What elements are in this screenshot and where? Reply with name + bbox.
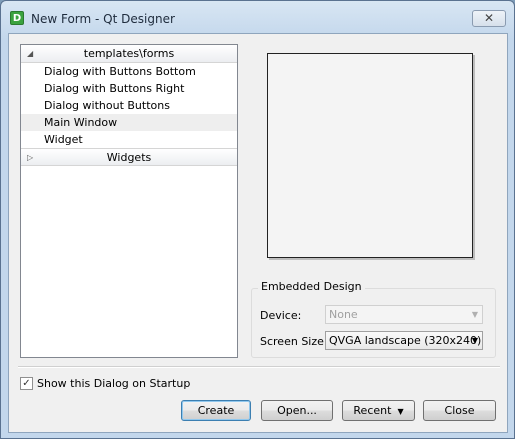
recent-button-label: Recent [353, 404, 392, 417]
embedded-design-title: Embedded Design [258, 280, 365, 293]
close-icon: ✕ [483, 11, 495, 25]
new-form-dialog: D New Form - Qt Designer ✕ ◢ templates\f… [0, 0, 515, 439]
title-bar[interactable]: D New Form - Qt Designer ✕ [1, 1, 514, 33]
chevron-down-icon: ▼ [471, 310, 478, 319]
divider [18, 366, 500, 368]
expanded-arrow-icon[interactable]: ◢ [27, 45, 33, 62]
form-preview [267, 53, 473, 258]
device-select: None ▼ [325, 305, 483, 324]
tree-group-label: Widgets [106, 151, 152, 164]
tree-group-widgets[interactable]: ▷ Widgets [21, 148, 237, 166]
tree-item-dialog-buttons-right[interactable]: Dialog with Buttons Right [21, 80, 237, 97]
screen-size-label: Screen Size: [260, 335, 328, 348]
recent-button[interactable]: Recent ▼ [342, 400, 415, 421]
screen-size-value: QVGA landscape (320x240) [329, 334, 482, 347]
tree-item-main-window[interactable]: Main Window [21, 114, 237, 131]
collapsed-arrow-icon[interactable]: ▷ [27, 149, 33, 166]
dialog-client-area: ◢ templates\forms Dialog with Buttons Bo… [8, 33, 508, 433]
device-label: Device: [260, 309, 302, 322]
tree-item-dialog-without-buttons[interactable]: Dialog without Buttons [21, 97, 237, 114]
open-button[interactable]: Open... [261, 400, 333, 421]
template-tree: ◢ templates\forms Dialog with Buttons Bo… [20, 44, 238, 358]
tree-item-widget[interactable]: Widget [21, 131, 237, 148]
chevron-down-icon: ▼ [397, 407, 404, 416]
chevron-down-icon: ▼ [471, 336, 478, 345]
create-button[interactable]: Create [181, 400, 251, 421]
close-window-button[interactable]: ✕ [472, 10, 506, 27]
tree-item-dialog-buttons-bottom[interactable]: Dialog with Buttons Bottom [21, 63, 237, 80]
window-title: New Form - Qt Designer [31, 12, 175, 26]
show-on-startup-checkbox[interactable]: ✓ [20, 377, 33, 390]
qt-designer-app-icon: D [10, 11, 24, 25]
checkmark-icon: ✓ [22, 378, 31, 389]
device-value: None [329, 308, 358, 321]
tree-group-label: templates\forms [83, 47, 175, 60]
tree-group-templates-forms[interactable]: ◢ templates\forms [21, 45, 237, 63]
screen-size-select[interactable]: QVGA landscape (320x240) ▼ [325, 331, 483, 350]
close-button[interactable]: Close [423, 400, 496, 421]
show-on-startup-label[interactable]: Show this Dialog on Startup [37, 377, 190, 390]
